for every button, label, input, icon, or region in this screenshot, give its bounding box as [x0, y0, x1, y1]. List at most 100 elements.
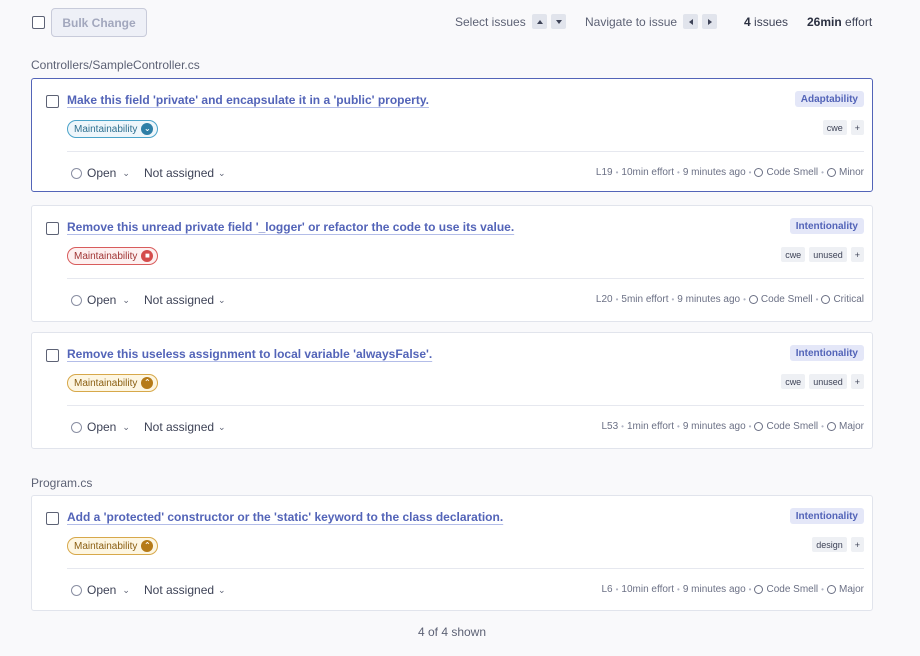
issue-title-link[interactable]: Remove this unread private field '_logge…: [67, 220, 514, 234]
tag[interactable]: unused: [809, 247, 847, 262]
issue-meta: L53 • 1min effort • 9 minutes ago • Code Sm…: [601, 421, 864, 432]
severity-major-icon: [826, 422, 836, 431]
tags-list: design +: [812, 537, 864, 552]
code-smell-icon: [754, 422, 764, 431]
add-tag-button[interactable]: +: [850, 537, 864, 552]
assignee-dropdown[interactable]: Not assigned ⌄: [144, 293, 226, 307]
effort: 1min effort: [626, 421, 675, 432]
effort: 10min effort: [621, 584, 675, 595]
severity-label: Major: [838, 421, 864, 432]
line-number: L6: [601, 584, 613, 595]
add-tag-button[interactable]: +: [850, 374, 864, 389]
creation-time: 9 minutes ago: [682, 421, 746, 432]
software-quality-label: Maintainability: [74, 250, 138, 262]
status-dropdown[interactable]: Open ⌄: [71, 583, 130, 597]
issue-type: Code Smell: [766, 167, 819, 178]
tag[interactable]: cwe: [781, 247, 806, 262]
clean-code-attribute-badge[interactable]: Intentionality: [789, 218, 864, 234]
issue-checkbox[interactable]: [46, 95, 59, 108]
line-number: L53: [601, 421, 619, 432]
severity-medium-icon: ⌃: [141, 377, 154, 389]
issue-card[interactable]: Make this field 'private' and encapsulat…: [31, 78, 873, 192]
chevron-down-icon: ⌄: [218, 294, 226, 305]
clean-code-attribute-badge[interactable]: Intentionality: [789, 345, 864, 361]
select-all-checkbox[interactable]: [32, 16, 45, 29]
chevron-down-icon: ⌄: [122, 294, 130, 305]
software-quality-label: Maintainability: [74, 540, 138, 552]
issue-title-link[interactable]: Add a 'protected' constructor or the 'st…: [67, 510, 503, 524]
select-next-key[interactable]: [551, 14, 566, 29]
assignee-dropdown[interactable]: Not assigned ⌄: [144, 420, 226, 434]
arrow-up-icon: [536, 19, 543, 24]
shown-count: 4 of 4 shown: [417, 625, 487, 639]
navigate-next-key[interactable]: [702, 14, 717, 29]
tag[interactable]: unused: [809, 374, 847, 389]
status-dropdown[interactable]: Open ⌄: [71, 293, 130, 307]
status-label: Open: [87, 166, 117, 180]
tag[interactable]: cwe: [781, 374, 806, 389]
tag[interactable]: design: [812, 537, 847, 552]
issue-checkbox[interactable]: [46, 512, 59, 525]
issue-card[interactable]: Add a 'protected' constructor or the 'st…: [31, 495, 873, 611]
severity-minor-icon: [826, 168, 836, 177]
creation-time: 9 minutes ago: [682, 167, 746, 178]
issue-card[interactable]: Remove this unread private field '_logge…: [31, 205, 873, 322]
total-effort: 26min effort: [807, 15, 873, 29]
assignee-label: Not assigned: [144, 166, 215, 180]
select-issues-label: Select issues: [455, 15, 526, 29]
open-status-icon: [71, 294, 82, 306]
software-quality-badge[interactable]: Maintainability ■: [67, 247, 159, 265]
clean-code-attribute-badge[interactable]: Intentionality: [789, 508, 864, 524]
status-dropdown[interactable]: Open ⌄: [71, 420, 130, 434]
severity-low-icon: ⌄: [141, 123, 154, 135]
creation-time: 9 minutes ago: [682, 584, 746, 595]
assignee-dropdown[interactable]: Not assigned ⌄: [144, 166, 226, 180]
issues-toolbar: Bulk Change Select issues Navigate to is…: [0, 0, 920, 44]
add-tag-button[interactable]: +: [850, 120, 864, 135]
issue-meta: L6 • 10min effort • 9 minutes ago • Code Sm…: [601, 584, 864, 595]
effort: 5min effort: [621, 294, 669, 305]
clean-code-attribute-badge[interactable]: Adaptability: [794, 91, 864, 107]
software-quality-label: Maintainability: [74, 123, 138, 135]
bulk-change-button[interactable]: Bulk Change: [51, 8, 147, 37]
effort: 10min effort: [621, 167, 675, 178]
severity-label: Critical: [833, 294, 864, 305]
creation-time: 9 minutes ago: [677, 294, 741, 305]
navigate-previous-key[interactable]: [683, 14, 698, 29]
issue-type: Code Smell: [766, 421, 819, 432]
code-smell-icon: [754, 585, 764, 594]
status-label: Open: [87, 420, 117, 434]
assignee-label: Not assigned: [144, 420, 215, 434]
issue-title-link[interactable]: Make this field 'private' and encapsulat…: [67, 93, 429, 107]
issue-checkbox[interactable]: [46, 349, 59, 362]
software-quality-badge[interactable]: Maintainability ⌄: [67, 120, 159, 138]
divider: [67, 405, 864, 406]
status-dropdown[interactable]: Open ⌄: [71, 166, 130, 180]
status-label: Open: [87, 583, 117, 597]
open-status-icon: [71, 584, 82, 596]
tags-list: cwe unused +: [781, 247, 864, 262]
severity-label: Major: [838, 584, 864, 595]
add-tag-button[interactable]: +: [850, 247, 864, 262]
issue-checkbox[interactable]: [46, 222, 59, 235]
tag[interactable]: cwe: [822, 120, 847, 135]
select-previous-key[interactable]: [532, 14, 547, 29]
status-label: Open: [87, 293, 117, 307]
divider: [67, 568, 864, 569]
chevron-down-icon: ⌄: [218, 167, 226, 178]
chevron-down-icon: ⌄: [122, 584, 130, 595]
navigate-to-issue-label: Navigate to issue: [585, 15, 678, 29]
assignee-dropdown[interactable]: Not assigned ⌄: [144, 583, 226, 597]
software-quality-badge[interactable]: Maintainability ⌃: [67, 537, 159, 555]
issue-card[interactable]: Remove this useless assignment to local …: [31, 332, 873, 449]
file-header-samplecontroller: Controllers/SampleController.cs: [31, 58, 200, 72]
issues-count: 4 issues: [744, 15, 789, 29]
issue-type: Code Smell: [766, 584, 819, 595]
issue-title-link[interactable]: Remove this useless assignment to local …: [67, 347, 432, 361]
assignee-label: Not assigned: [144, 583, 215, 597]
arrow-down-icon: [555, 19, 562, 24]
chevron-down-icon: ⌄: [218, 584, 226, 595]
issue-meta: L19 • 10min effort • 9 minutes ago • Code S…: [595, 167, 864, 178]
software-quality-badge[interactable]: Maintainability ⌃: [67, 374, 159, 392]
severity-medium-icon: ⌃: [141, 540, 154, 552]
